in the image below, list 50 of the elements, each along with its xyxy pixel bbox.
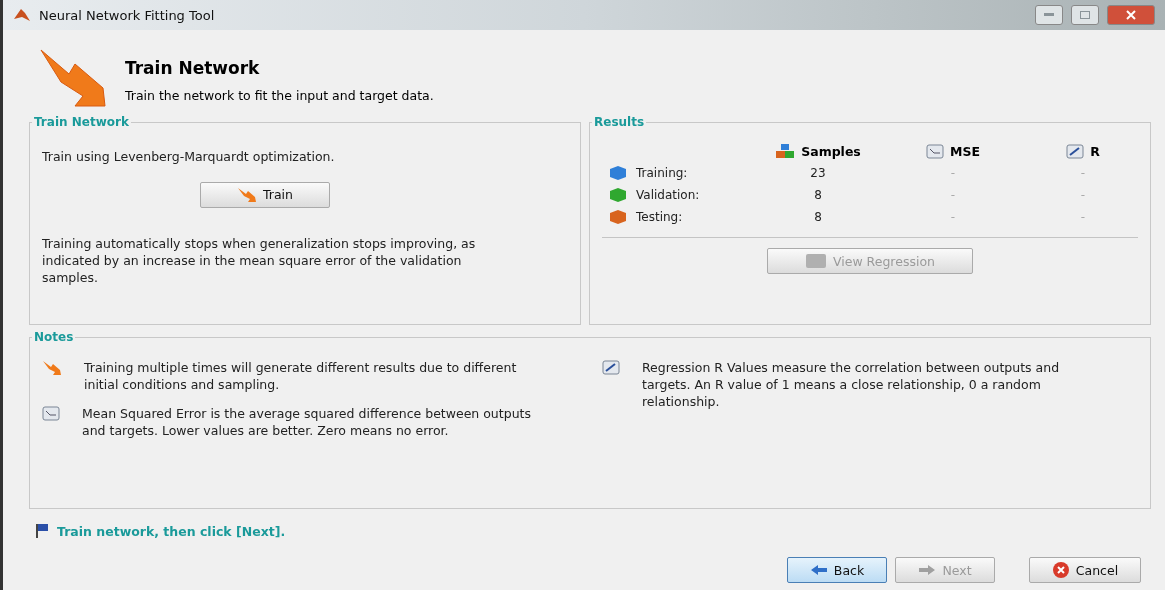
left-arrow-icon — [809, 564, 828, 576]
column-label: R — [1090, 143, 1100, 159]
minimize-icon — [1044, 13, 1054, 17]
table-cell: - — [1080, 210, 1086, 224]
maximize-button[interactable] — [1071, 5, 1099, 25]
panel-title: Results — [592, 115, 647, 129]
column-label: Samples — [801, 143, 861, 159]
right-arrow-icon — [918, 564, 937, 576]
close-button[interactable] — [1107, 5, 1155, 25]
regression-icon — [805, 253, 827, 269]
mse-icon — [42, 405, 60, 421]
page-subtitle: Train the network to fit the input and target data. — [125, 88, 434, 103]
cancel-button[interactable]: Cancel — [1029, 557, 1141, 583]
table-cell: - — [1080, 166, 1086, 180]
note-text: Mean Squared Error is the average squared difference between outputs and targets. Lower values are better. Zero means no error. — [82, 405, 532, 440]
cancel-icon — [1051, 561, 1070, 579]
training-note: Training automatically stops when generalization stops improving, as indicated by an increase in the mean square error of the validation samples. — [42, 235, 477, 287]
table-cell: 8 — [814, 188, 822, 202]
minimize-button[interactable] — [1035, 5, 1063, 25]
table-cell: - — [950, 166, 956, 180]
back-button[interactable]: Back — [787, 557, 887, 583]
panel-title: Notes — [32, 330, 76, 344]
page-title: Train Network — [125, 58, 261, 78]
window-title: Neural Network Fitting Tool — [39, 7, 216, 23]
train-button[interactable]: Train — [200, 181, 330, 208]
column-label: MSE — [950, 143, 980, 159]
method-text: Train using Levenberg-Marquardt optimization. — [42, 149, 336, 166]
regression-icon — [1066, 143, 1085, 159]
table-cell: - — [950, 188, 956, 202]
panel-title: Train Network — [32, 115, 131, 129]
regression-icon — [602, 360, 620, 375]
row-label-text: Testing: — [636, 210, 683, 224]
lightning-arrow-icon — [237, 186, 257, 203]
note-text: Training multiple times will generate different results due to different initial conditions and sampling. — [84, 360, 518, 394]
maximize-icon — [1080, 11, 1090, 19]
status-message: Train network, then click [Next]. — [57, 523, 286, 539]
flag-icon — [35, 523, 49, 539]
close-icon — [1126, 10, 1136, 20]
app-logo-icon — [13, 7, 31, 23]
lightning-arrow-icon — [42, 360, 62, 376]
row-label-text: Training: — [636, 166, 688, 180]
table-cell: 8 — [814, 210, 822, 224]
mse-icon — [926, 143, 944, 159]
stacked-cubes-icon — [775, 143, 796, 159]
table-cell: - — [950, 210, 956, 224]
note-text: Regression R Values measure the correlation between outputs and targets. An R value of 1 means a close relationship, 0 a random relationship. — [642, 360, 1061, 411]
lightning-arrow-icon — [39, 48, 109, 108]
table-cell: 23 — [810, 166, 826, 180]
table-cell: - — [1080, 188, 1086, 202]
row-label-text: Validation: — [636, 188, 700, 202]
